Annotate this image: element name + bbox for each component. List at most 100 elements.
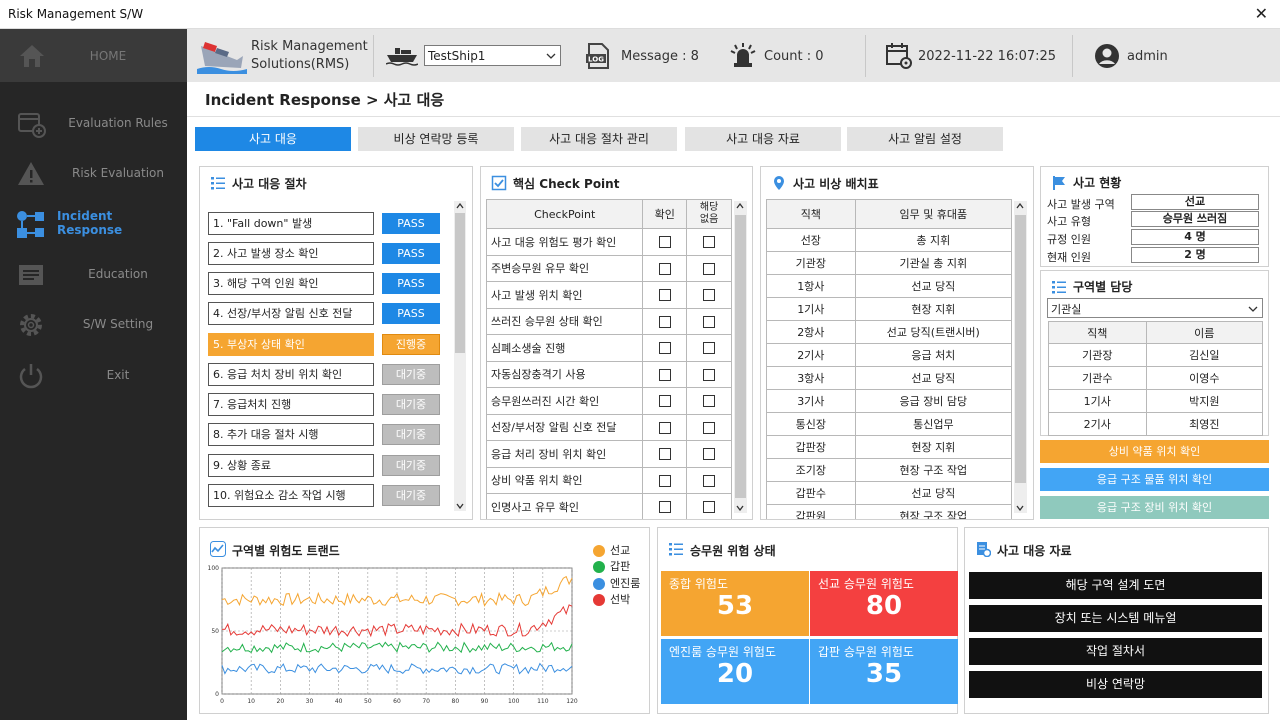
home-icon [20, 45, 44, 67]
checkpoint-label: 쓰러진 승무원 상태 확인 [486, 307, 644, 335]
scrollbar[interactable] [454, 201, 466, 511]
procedure-step[interactable]: 3. 해당 구역 인원 확인 [208, 272, 374, 295]
step-status-button[interactable]: PASS [382, 273, 440, 294]
not-applicable-checkbox[interactable] [703, 395, 716, 408]
scrollbar[interactable] [1014, 201, 1027, 513]
zone-blueprint-button[interactable]: 해당 구역 설계 도면 [969, 572, 1262, 599]
duty-cell: 선교 당직 [854, 481, 1012, 505]
not-applicable-checkbox[interactable] [703, 289, 716, 302]
sidebar-item-sw-setting[interactable]: S/W Setting [0, 304, 187, 344]
sidebar-item-label: Education [88, 267, 148, 281]
column-header: 확인 [642, 199, 688, 229]
step-status-button[interactable]: 대기중 [382, 455, 440, 476]
message-count[interactable]: Message : 8 [621, 49, 699, 64]
sidebar-item-evaluation-rules[interactable]: Evaluation Rules [0, 103, 187, 143]
not-applicable-checkbox[interactable] [703, 501, 716, 514]
not-applicable-checkbox[interactable] [703, 474, 716, 487]
emergency-contacts-button[interactable]: 비상 연락망 [969, 671, 1262, 698]
map-pin-icon [774, 176, 784, 190]
datetime: 2022-11-22 16:07:25 [918, 49, 1057, 64]
x-tick-label: 100 [508, 698, 520, 705]
sidebar-item-risk-evaluation[interactable]: Risk Evaluation [0, 153, 187, 193]
procedure-step[interactable]: 7. 응급처치 진행 [208, 393, 374, 416]
tab-incident-response[interactable]: 사고 대응 [195, 127, 351, 151]
not-applicable-checkbox[interactable] [703, 342, 716, 355]
not-applicable-checkbox[interactable] [703, 368, 716, 381]
sidebar-item-home[interactable]: HOME [0, 29, 187, 82]
confirm-checkbox[interactable] [658, 448, 671, 461]
sidebar-item-label: HOME [89, 49, 127, 63]
not-applicable-checkbox[interactable] [703, 262, 716, 275]
procedure-step[interactable]: 2. 사고 발생 장소 확인 [208, 242, 374, 265]
confirm-checkbox[interactable] [658, 395, 671, 408]
procedure-step[interactable]: 1. "Fall down" 발생 [208, 212, 374, 235]
medicine-location-button[interactable]: 상비 약품 위치 확인 [1040, 440, 1269, 463]
device-manual-button[interactable]: 장치 또는 시스템 메뉴얼 [969, 605, 1262, 632]
procedure-step[interactable]: 6. 응급 처치 장비 위치 확인 [208, 363, 374, 386]
y-tick-label: 50 [211, 628, 219, 635]
duty-cell: 통신업무 [854, 412, 1012, 436]
x-tick-label: 70 [422, 698, 430, 705]
table-row: 주변승무원 유무 확인 [486, 254, 732, 282]
step-status-button[interactable]: PASS [382, 243, 440, 264]
not-applicable-checkbox[interactable] [703, 236, 716, 249]
step-status-button[interactable]: 대기중 [382, 485, 440, 506]
scrollbar-thumb[interactable] [735, 215, 746, 498]
not-applicable-checkbox[interactable] [703, 315, 716, 328]
confirm-checkbox[interactable] [658, 342, 671, 355]
tab-response-materials[interactable]: 사고 대응 자료 [685, 127, 841, 151]
not-applicable-checkbox[interactable] [703, 448, 716, 461]
sidebar-item-education[interactable]: Education [0, 254, 187, 294]
not-applicable-checkbox[interactable] [703, 421, 716, 434]
legend-item: 선교 [593, 542, 630, 558]
role-cell: 2기사 [1048, 412, 1147, 436]
tab-emergency-contacts[interactable]: 비상 연락망 등록 [358, 127, 514, 151]
confirm-checkbox[interactable] [658, 368, 671, 381]
scrollbar-thumb[interactable] [1015, 215, 1026, 483]
legend-dot [593, 561, 605, 573]
procedure-step[interactable]: 4. 선장/부서장 알림 신호 전달 [208, 302, 374, 325]
step-status-button[interactable]: PASS [382, 213, 440, 234]
zone-select[interactable]: 기관실 [1047, 298, 1263, 318]
checkpoint-label: 사고 대응 위험도 평가 확인 [486, 228, 644, 256]
scrollbar-thumb[interactable] [455, 213, 465, 353]
user-name[interactable]: admin [1127, 49, 1168, 64]
sidebar-item-exit[interactable]: Exit [0, 355, 187, 395]
sidebar-item-incident-response[interactable]: Incident Response [0, 203, 187, 243]
alarm-count[interactable]: Count : 0 [764, 49, 824, 64]
role-cell: 2항사 [766, 320, 856, 344]
step-status-button[interactable]: 대기중 [382, 364, 440, 385]
procedure-step[interactable]: 5. 부상자 상태 확인 [208, 333, 374, 356]
procedure-step[interactable]: 8. 추가 대응 절차 시행 [208, 423, 374, 446]
close-icon[interactable]: ✕ [1255, 4, 1268, 23]
tab-alert-settings[interactable]: 사고 알림 설정 [847, 127, 1003, 151]
role-cell: 통신장 [766, 412, 856, 436]
logo-text-line1: Risk Management [251, 39, 368, 54]
step-status-button[interactable]: 대기중 [382, 394, 440, 415]
confirm-checkbox[interactable] [658, 289, 671, 302]
step-status-button[interactable]: 진행중 [382, 334, 440, 355]
confirm-checkbox[interactable] [658, 236, 671, 249]
confirm-checkbox[interactable] [658, 421, 671, 434]
confirm-checkbox[interactable] [658, 262, 671, 275]
scrollbar[interactable] [734, 201, 747, 513]
checkpoint-label: 주변승무원 유무 확인 [486, 254, 644, 282]
tab-procedure-management[interactable]: 사고 대응 절차 관리 [521, 127, 677, 151]
step-status-button[interactable]: PASS [382, 303, 440, 324]
ship-select[interactable]: TestShip1 [424, 45, 561, 66]
step-status-button[interactable]: 대기중 [382, 424, 440, 445]
table-row: 선장/부서장 알림 신호 전달 [486, 413, 732, 441]
sidebar-item-label: Risk Evaluation [71, 166, 164, 180]
rescue-equipment-location-button[interactable]: 응급 구조 장비 위치 확인 [1040, 496, 1269, 519]
confirm-checkbox[interactable] [658, 315, 671, 328]
x-tick-label: 40 [335, 698, 343, 705]
confirm-checkbox[interactable] [658, 501, 671, 514]
risk-label: 갑판 승무원 위험도 [818, 645, 914, 659]
rescue-supplies-location-button[interactable]: 응급 구조 물품 위치 확인 [1040, 468, 1269, 491]
x-tick-label: 80 [452, 698, 460, 705]
procedure-step[interactable]: 9. 상황 종료 [208, 454, 374, 477]
procedure-step[interactable]: 10. 위험요소 감소 작업 시행 [208, 484, 374, 507]
table-row: 사고 대응 위험도 평가 확인 [486, 228, 732, 256]
work-procedure-button[interactable]: 작업 절차서 [969, 638, 1262, 665]
confirm-checkbox[interactable] [658, 474, 671, 487]
